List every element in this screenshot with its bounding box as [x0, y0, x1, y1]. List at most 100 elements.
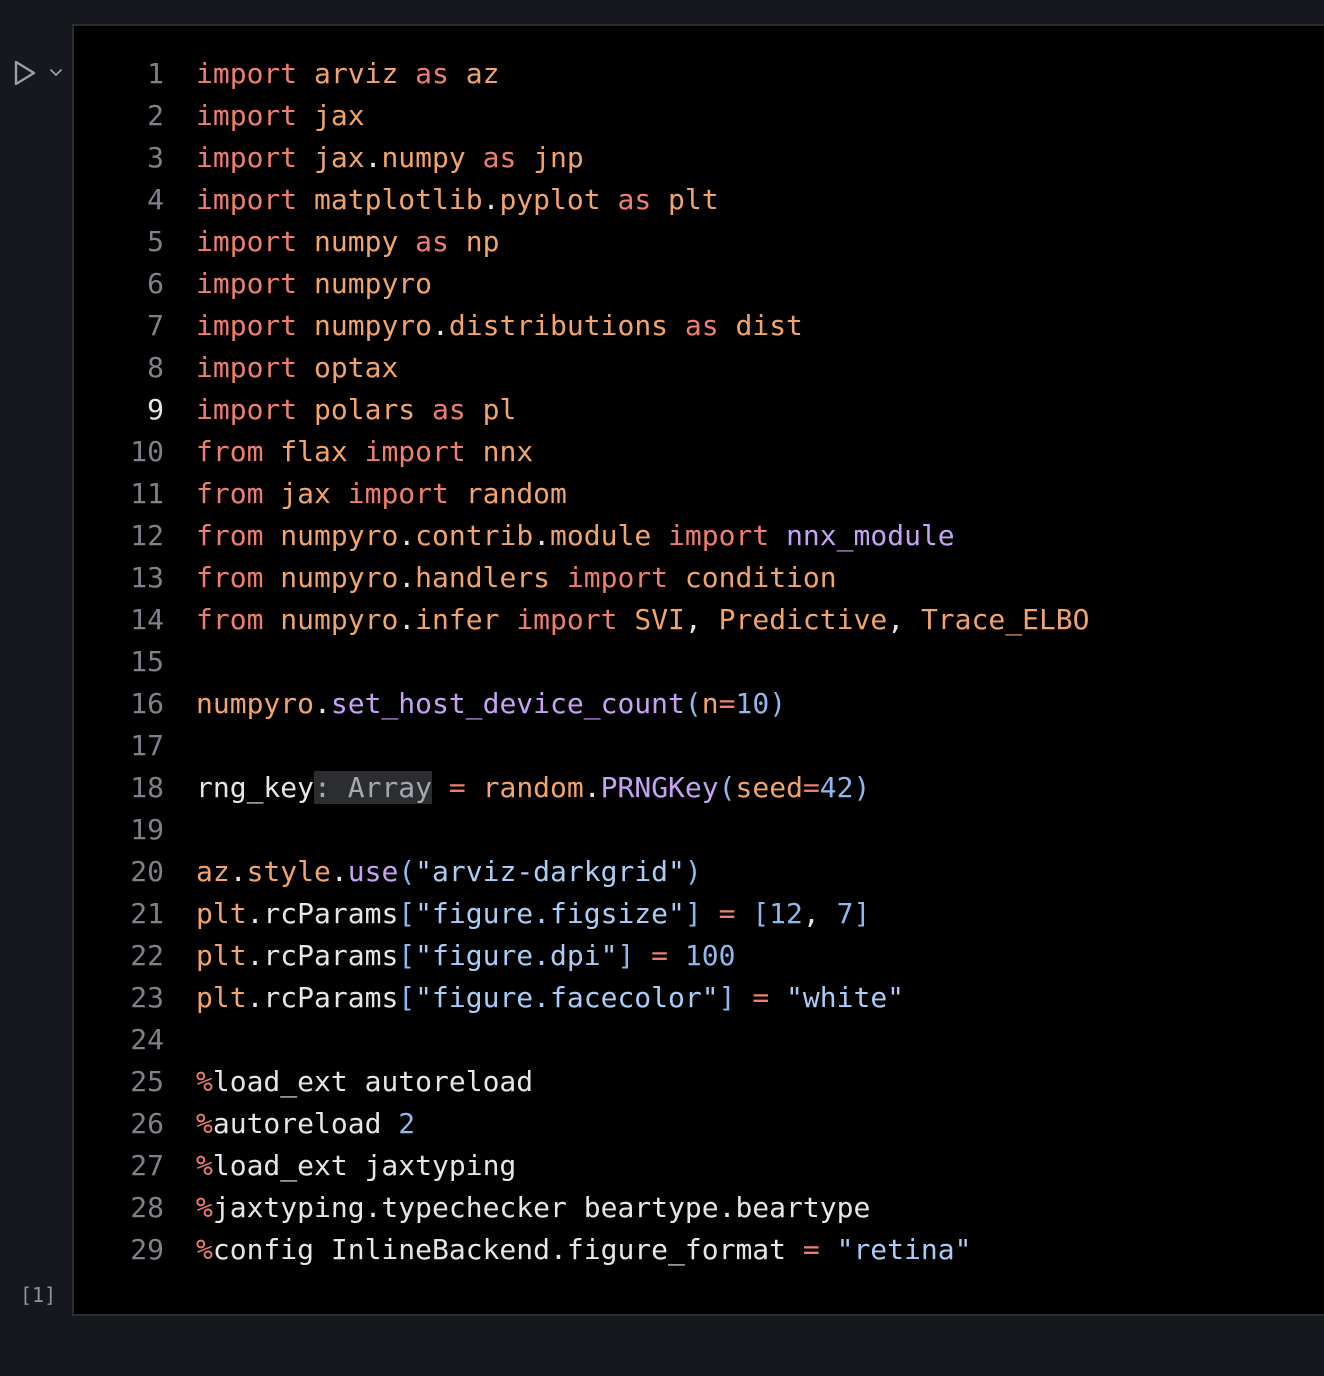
- code-line[interactable]: 29 %config InlineBackend.figure_format = …: [74, 1229, 1324, 1271]
- code-line[interactable]: 13 from numpyro.handlers import condition: [74, 557, 1324, 599]
- line-number: 12: [130, 519, 164, 552]
- code-line[interactable]: 20 az.style.use("arviz-darkgrid"): [74, 851, 1324, 893]
- code-token: import: [196, 57, 298, 90]
- code-line[interactable]: 28 %jaxtyping.typechecker beartype.bearty…: [74, 1187, 1324, 1229]
- code-line[interactable]: 23 plt.rcParams["figure.facecolor"] = "wh…: [74, 977, 1324, 1019]
- code-line[interactable]: 6 import numpyro: [74, 263, 1324, 305]
- code-token: ]: [853, 897, 871, 930]
- code-line[interactable]: 5 import numpy as np: [74, 221, 1324, 263]
- code-token: ]: [684, 897, 702, 930]
- code-cell-editor[interactable]: 1 import arviz as az 2 import jax 3 import ja…: [72, 24, 1324, 1316]
- code-token: az: [196, 855, 230, 888]
- code-line[interactable]: 16 numpyro.set_host_device_count(n=10): [74, 683, 1324, 725]
- code-token: polars: [314, 393, 416, 426]
- code-line[interactable]: 7 import numpyro.distributions as dist: [74, 305, 1324, 347]
- line-number: 3: [147, 141, 164, 174]
- code-token: nnx_module: [786, 519, 955, 552]
- code-line[interactable]: 2 import jax: [74, 95, 1324, 137]
- line-number: 16: [130, 687, 164, 720]
- code-line[interactable]: 19: [74, 809, 1324, 851]
- code-line[interactable]: 22 plt.rcParams["figure.dpi"] = 100: [74, 935, 1324, 977]
- code-token: module: [550, 519, 652, 552]
- code-token: "figure.dpi": [415, 939, 618, 972]
- code-token: contrib: [415, 519, 534, 552]
- run-options-button[interactable]: [46, 62, 66, 82]
- code-line[interactable]: 27 %load_ext jaxtyping: [74, 1145, 1324, 1187]
- code-token: "figure.figsize": [415, 897, 685, 930]
- line-number: 5: [147, 225, 164, 258]
- code-token: import: [196, 267, 298, 300]
- line-code: from numpyro.contrib.module import nnx_m…: [196, 515, 955, 557]
- code-line[interactable]: 21 plt.rcParams["figure.figsize"] = [12, …: [74, 893, 1324, 935]
- code-line[interactable]: 8 import optax: [74, 347, 1324, 389]
- code-line[interactable]: 11 from jax import random: [74, 473, 1324, 515]
- line-number: 1: [147, 57, 164, 90]
- code-token: random: [465, 477, 567, 510]
- run-cell-button[interactable]: [10, 58, 40, 88]
- line-number: 22: [130, 939, 164, 972]
- code-token: import: [516, 603, 618, 636]
- code-token: Trace_ELBO: [920, 603, 1090, 636]
- code-token: import: [196, 183, 298, 216]
- code-token: as: [482, 141, 517, 174]
- code-token: (: [684, 687, 702, 720]
- code-line[interactable]: 14 from numpyro.infer import SVI, Predict…: [74, 599, 1324, 641]
- code-token: .: [432, 309, 449, 342]
- code-token: ,: [802, 897, 837, 930]
- code-token: jax: [280, 477, 331, 510]
- code-token: numpy: [314, 225, 399, 258]
- line-code: %autoreload 2: [196, 1103, 415, 1145]
- line-number: 28: [130, 1191, 164, 1224]
- code-token: =: [718, 687, 736, 720]
- code-token: 100: [684, 939, 736, 972]
- code-token: as: [684, 309, 719, 342]
- code-line[interactable]: 12 from numpyro.contrib.module import nnx…: [74, 515, 1324, 557]
- line-code: import numpyro: [196, 263, 432, 305]
- code-token: rng_key: [196, 771, 315, 804]
- code-token: load_ext jaxtyping: [212, 1149, 517, 1182]
- code-token: import: [196, 393, 298, 426]
- line-code: %jaxtyping.typechecker beartype.beartype: [196, 1187, 870, 1229]
- code-token: as: [415, 225, 449, 258]
- line-code: import matplotlib.pyplot as plt: [196, 179, 719, 221]
- code-token: .rcParams: [246, 939, 399, 972]
- code-line[interactable]: 3 import jax.numpy as jnp: [74, 137, 1324, 179]
- code-token: load_ext autoreload: [212, 1065, 534, 1098]
- code-line[interactable]: 25 %load_ext autoreload: [74, 1061, 1324, 1103]
- code-token: 10: [735, 687, 770, 720]
- code-line[interactable]: 24: [74, 1019, 1324, 1061]
- line-code: from numpyro.infer import SVI, Predictiv…: [196, 599, 1090, 641]
- code-token: 42: [819, 771, 854, 804]
- line-code: import arviz as az: [196, 53, 499, 95]
- code-token: [: [398, 897, 416, 930]
- code-line[interactable]: 9 import polars as pl: [74, 389, 1324, 431]
- code-token: .: [398, 519, 416, 552]
- code-line[interactable]: 17: [74, 725, 1324, 767]
- code-line[interactable]: 26 %autoreload 2: [74, 1103, 1324, 1145]
- code-line[interactable]: 1 import arviz as az: [74, 53, 1324, 95]
- code-token: .: [364, 141, 382, 174]
- code-token: .rcParams: [246, 897, 399, 930]
- code-line[interactable]: 10 from flax import nnx: [74, 431, 1324, 473]
- code-line[interactable]: 4 import matplotlib.pyplot as plt: [74, 179, 1324, 221]
- code-token: =: [752, 981, 770, 1014]
- code-line[interactable]: 15: [74, 641, 1324, 683]
- code-token: pl: [482, 393, 517, 426]
- code-line[interactable]: 18 rng_key: Array = random.PRNGKey(seed=4…: [74, 767, 1324, 809]
- line-code: %config InlineBackend.figure_format = "r…: [196, 1229, 971, 1271]
